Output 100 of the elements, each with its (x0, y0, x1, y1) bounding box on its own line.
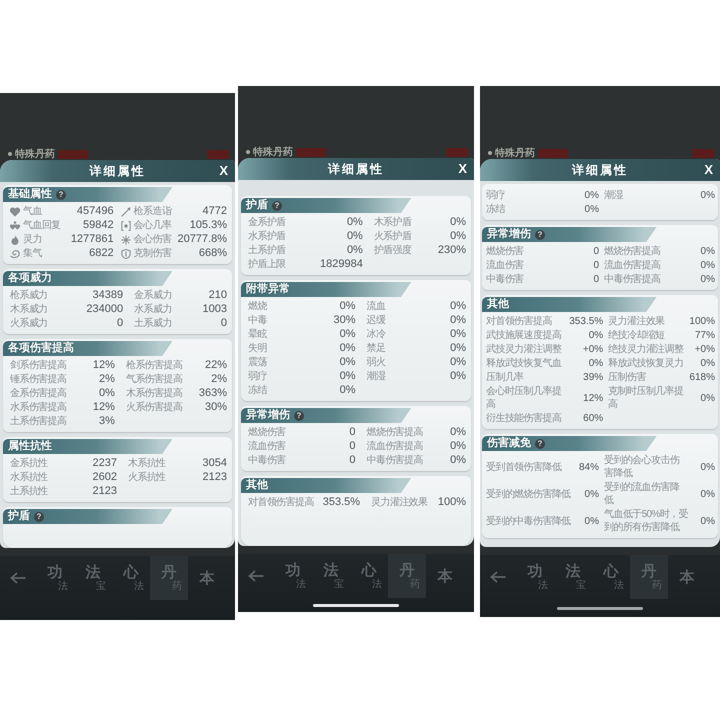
stat-value: 59842 (82, 219, 114, 232)
nav-tab[interactable]: 功 法 (516, 555, 554, 599)
stat-label: 护盾上限 (248, 258, 287, 271)
stat-label: 晕眩 (248, 328, 268, 341)
help-icon[interactable]: ? (56, 190, 66, 200)
close-button[interactable]: X (703, 162, 714, 178)
stat-label: 武技灵力灌注调整 (486, 343, 562, 356)
stat-label: 枪系伤害提高 (124, 359, 184, 372)
stat-value: 34389 (92, 289, 124, 302)
stat-value: 2123 (92, 485, 117, 498)
help-icon[interactable]: ? (34, 512, 44, 522)
nav-tab[interactable]: 本 (426, 554, 464, 598)
stat-label: 冻结 (486, 203, 506, 216)
stat-label: 流血伤害 (486, 259, 525, 272)
tag-chip (446, 148, 468, 156)
tag-chip (538, 148, 568, 158)
list-heading: 特殊丹药 (15, 148, 55, 160)
stat-label: 金系抗性 (10, 457, 49, 470)
section-title: 异常增伤 (246, 409, 290, 422)
stat-value: 0% (700, 259, 715, 272)
dialog-title: 详细属性 (90, 164, 146, 178)
stat-label: 冰冷 (366, 328, 386, 341)
stat-value: 3054 (202, 457, 227, 470)
section-title: 异常增伤 (487, 228, 531, 241)
stat-value: 2123 (202, 471, 227, 484)
help-icon[interactable]: ? (535, 438, 545, 448)
stat-label: 克制时压制几率提高 (607, 385, 684, 411)
stat-value: 77% (694, 329, 715, 342)
section-title: 伤害减免 (487, 437, 531, 450)
stat-label: 流血伤害 (248, 440, 287, 453)
stat-value: 0% (700, 273, 715, 286)
stat-value: 0% (700, 189, 715, 202)
stat-value: 0% (449, 454, 466, 467)
nav-tab[interactable]: 心 法 (350, 554, 388, 598)
nav-tab[interactable]: 心 法 (112, 556, 150, 600)
stat-label: 释放武技恢复灵力 (607, 357, 684, 370)
stat-label: 会心伤害 (134, 233, 172, 246)
stat-value: 0% (449, 230, 466, 243)
stat-label: 金系威力 (133, 289, 173, 302)
stat-label: 灵力 (23, 233, 42, 246)
stat-label: 火系护盾 (372, 230, 412, 243)
stat-value: 0% (449, 370, 466, 383)
stat-value: 0% (338, 370, 356, 383)
close-button[interactable]: X (457, 161, 468, 177)
stat-label: 压制伤害 (607, 371, 647, 384)
stat-value: 84% (578, 460, 599, 474)
stat-label: 弱火 (366, 356, 386, 369)
nav-tab[interactable]: 法 宝 (312, 554, 350, 598)
stat-label: 燃烧伤害提高 (366, 426, 424, 439)
stat-label: 中毒 (248, 314, 268, 327)
stat-value: 0% (346, 216, 363, 229)
stat-value: 0% (449, 328, 466, 341)
nav-tab[interactable]: 本 (668, 555, 706, 599)
nav-tab[interactable]: 法 宝 (554, 555, 592, 599)
stat-value: 2602 (92, 471, 117, 484)
stat-label: 中毒伤害 (486, 273, 525, 286)
stat-value: 234000 (86, 303, 124, 316)
stat-value: 0% (346, 230, 363, 243)
stat-label: 弱疗 (486, 189, 506, 202)
stat-label: 枪系造诣 (134, 205, 172, 218)
stat-value: 12% (92, 401, 115, 414)
stat-label: 气血低于50%时，受到的所有伤害降低 (603, 508, 688, 534)
stat-value: 6822 (88, 247, 114, 260)
section-title: 其他 (487, 298, 509, 311)
nav-tab[interactable]: 法 宝 (74, 556, 112, 600)
target-icon (120, 220, 131, 230)
stat-value: 0% (449, 426, 466, 439)
stat-label: 对首领伤害提高 (248, 496, 315, 509)
stat-label: 木系护盾 (372, 216, 412, 229)
stat-value: 0% (338, 300, 356, 313)
help-icon[interactable]: ? (272, 200, 282, 210)
nav-tab[interactable]: 功 法 (36, 556, 74, 600)
nav-tab[interactable]: 心 法 (592, 555, 630, 599)
stat-value: 0% (449, 342, 466, 355)
stat-value: 0% (338, 384, 356, 397)
section-title: 各项伤害提高 (8, 342, 74, 355)
stat-label: 火系抗性 (127, 471, 167, 484)
section-title: 护盾 (8, 510, 30, 523)
swirl-icon (10, 248, 20, 258)
stat-value: 0 (592, 259, 599, 272)
help-icon[interactable]: ? (294, 410, 304, 420)
nav-tab[interactable]: 功 法 (274, 554, 312, 598)
stat-label: 绝技冷却缩短 (607, 329, 666, 342)
close-button[interactable]: X (218, 163, 229, 179)
stat-label: 会心几率 (134, 219, 172, 232)
stat-value: 0% (346, 244, 363, 257)
stat-label: 潮湿 (603, 189, 624, 202)
stat-label: 灵力灌注效果 (370, 496, 428, 509)
stat-value: 0 (348, 454, 356, 467)
nav-tab[interactable]: 本 (188, 556, 226, 600)
stat-value: 363% (198, 387, 227, 400)
stat-label: 流血 (366, 300, 387, 313)
stat-label: 水系抗性 (10, 471, 49, 484)
stat-label: 中毒伤害提高 (603, 273, 662, 286)
stat-value: 0% (449, 314, 466, 327)
section-title: 各项威力 (8, 272, 52, 285)
help-icon[interactable]: ? (535, 230, 545, 240)
stat-label: 受到的燃烧伤害降低 (486, 488, 572, 500)
stat-label: 土系护盾 (248, 244, 287, 257)
stat-label: 会心时压制几率提高 (486, 385, 562, 411)
